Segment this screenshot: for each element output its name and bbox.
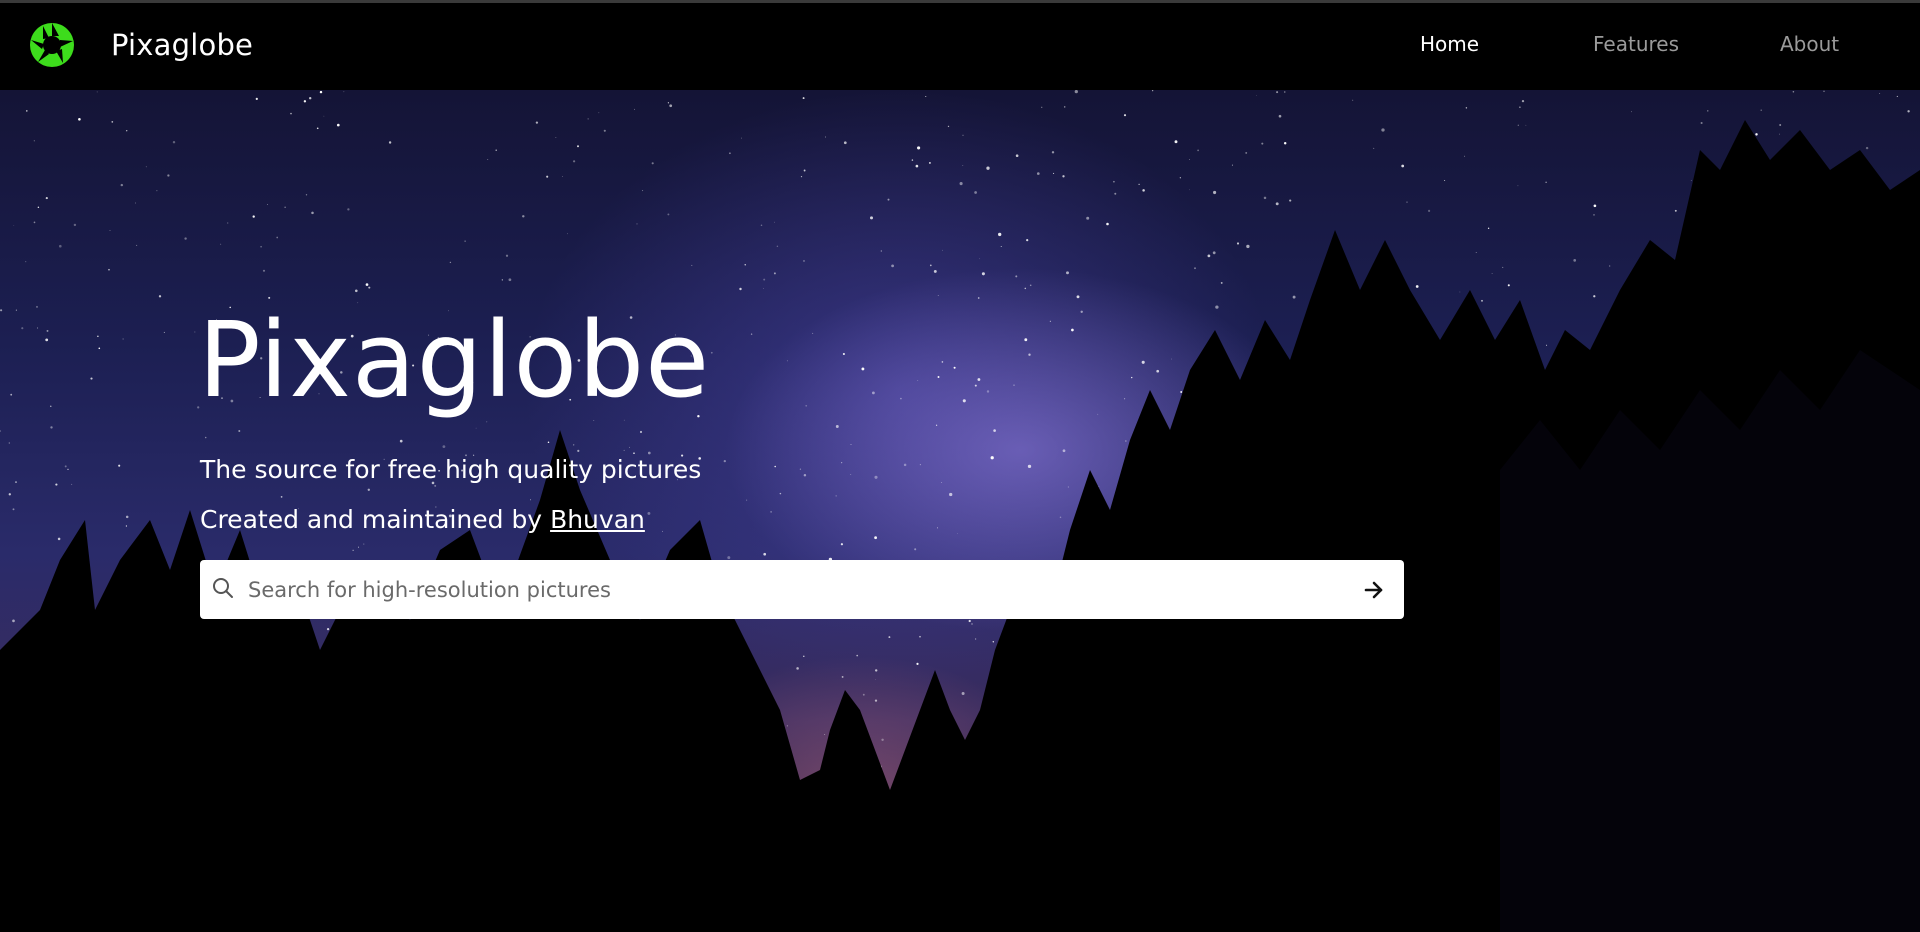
hero-tagline: The source for free high quality picture… bbox=[200, 455, 702, 484]
credit-prefix: Created and maintained by bbox=[200, 505, 551, 534]
brand-name[interactable]: Pixaglobe bbox=[111, 28, 253, 62]
nav-home-link[interactable]: Home bbox=[1420, 32, 1500, 56]
search-bar bbox=[200, 560, 1404, 619]
search-input[interactable] bbox=[248, 560, 1338, 619]
search-icon bbox=[213, 578, 233, 598]
hero-title: Pixaglobe bbox=[198, 299, 711, 421]
camera-shutter-icon bbox=[30, 23, 74, 67]
nav-features-link[interactable]: Features bbox=[1593, 32, 1703, 56]
hero-credit: Created and maintained by Bhuvan bbox=[200, 505, 645, 534]
author-link[interactable]: Bhuvan bbox=[550, 505, 645, 534]
arrow-right-icon bbox=[1364, 581, 1383, 599]
window-top-border bbox=[0, 0, 1920, 3]
navbar: Pixaglobe Home Features About bbox=[0, 0, 1920, 90]
brand[interactable]: Pixaglobe bbox=[29, 22, 253, 68]
search-submit-button[interactable] bbox=[1358, 574, 1390, 606]
hero-section: Pixaglobe The source for free high quali… bbox=[0, 90, 1920, 932]
nav-about-link[interactable]: About bbox=[1780, 32, 1860, 56]
